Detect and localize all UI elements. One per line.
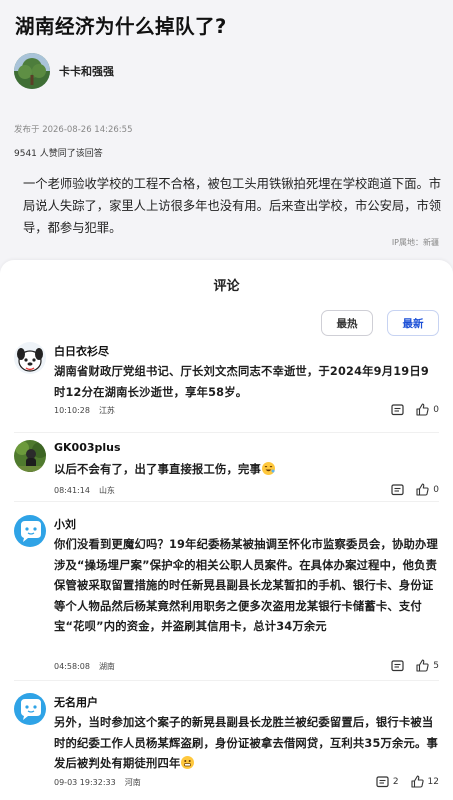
comment-meta: 04:58:08 湖南 xyxy=(54,661,115,672)
ip-location: IP属地：新疆 xyxy=(391,238,439,247)
comment-time: 10:10:28 xyxy=(54,406,90,415)
answer-body: 一个老师验收学校的工程不合格，被包工头用铁锹拍死埋在学校跑道下面。市局说人失踪了… xyxy=(23,177,442,235)
comment-author[interactable]: 无名用户 xyxy=(54,694,98,710)
like-button[interactable]: 12 xyxy=(410,775,439,788)
reply-button[interactable] xyxy=(391,403,404,416)
author-name[interactable]: 卡卡和强强 xyxy=(59,63,114,79)
like-count: 12 xyxy=(427,776,439,787)
comment-actions: 2 12 xyxy=(376,775,439,788)
comment-time: 04:58:08 xyxy=(54,662,90,671)
author-row[interactable]: 卡卡和强强 xyxy=(14,53,114,89)
comment-location: 河南 xyxy=(124,778,141,787)
like-count: 5 xyxy=(433,660,439,671)
comment-actions: 5 xyxy=(391,659,439,672)
like-button[interactable]: 0 xyxy=(416,403,439,416)
reply-count: 2 xyxy=(392,776,399,787)
comments-sheet: 评论 最热 最新 白日衣衫尽 湖南省财政厅党组书记、厅长刘文杰同志不幸逝世，于2… xyxy=(0,260,453,800)
like-button[interactable]: 5 xyxy=(416,659,439,672)
comment-location: 江苏 xyxy=(98,406,115,415)
sort-hot-button[interactable]: 最热 xyxy=(321,310,373,336)
comment-location: 湖南 xyxy=(98,662,115,671)
question-title[interactable]: 湖南经济为什么掉队了? xyxy=(15,10,227,39)
comment-icon xyxy=(391,659,404,671)
agree-count: 9541 人赞同了该回答 xyxy=(14,149,103,159)
comment-time: 09-03 19:32:33 xyxy=(54,778,116,787)
comment-item: 小刘 你们没看到更魔幻吗？19年纪委杨某被抽调至怀化市监察委员会，协助办理涉及“… xyxy=(0,515,453,672)
comments-title: 评论 xyxy=(213,279,240,294)
comment-actions: 0 xyxy=(391,483,439,496)
comment-meta: 08:41:14 山东 xyxy=(54,485,115,496)
cartoon-dog-avatar[interactable] xyxy=(14,342,46,374)
thumb-up-icon xyxy=(416,483,429,496)
like-count: 0 xyxy=(433,484,439,495)
comment-meta: 10:10:28 江苏 xyxy=(54,405,115,416)
author-avatar[interactable] xyxy=(14,53,50,89)
comment-item: 无名用户 另外，当时参加这个案子的新晃县副县长龙胜兰被纪委留置后，银行卡被当时的… xyxy=(0,693,453,793)
thumb-up-icon xyxy=(416,659,429,672)
thumb-up-icon xyxy=(416,403,429,416)
divider xyxy=(14,501,439,502)
like-button[interactable]: 0 xyxy=(416,483,439,496)
divider xyxy=(14,432,439,433)
default-bubble-avatar[interactable] xyxy=(14,693,46,725)
comment-author[interactable]: GK003plus xyxy=(54,441,121,454)
comment-author[interactable]: 白日衣衫尽 xyxy=(54,343,109,359)
comment-icon xyxy=(391,483,404,495)
reply-button[interactable]: 2 xyxy=(376,775,399,788)
laughing-emoji-icon xyxy=(261,462,275,475)
comment-meta: 09-03 19:32:33 河南 xyxy=(54,777,141,788)
comment-time: 08:41:14 xyxy=(54,486,90,495)
comment-actions: 0 xyxy=(391,403,439,416)
publish-time: 发布于 2026-08-26 14:26:55 xyxy=(14,125,133,135)
sort-new-button[interactable]: 最新 xyxy=(387,310,439,336)
comment-icon xyxy=(391,403,404,415)
photo-avatar[interactable] xyxy=(14,440,46,472)
comment-text: 你们没看到更魔幻吗？19年纪委杨某被抽调至怀化市监察委员会，协助办理涉及“操场埋… xyxy=(54,538,439,633)
thumb-up-icon xyxy=(410,775,424,788)
comment-item: 白日衣衫尽 湖南省财政厅党组书记、厅长刘文杰同志不幸逝世，于2024年9月19日… xyxy=(0,342,453,422)
answer-header: 湖南经济为什么掉队了? 卡卡和强强 发布于 2026-08-26 14:26:5… xyxy=(0,0,453,262)
like-count: 0 xyxy=(433,404,439,415)
comment-text: 另外，当时参加这个案子的新晃县副县长龙胜兰被纪委留置后，银行卡被当时的纪委工作人… xyxy=(54,716,439,770)
reply-button[interactable] xyxy=(391,483,404,496)
default-bubble-avatar[interactable] xyxy=(14,515,46,547)
comment-location: 山东 xyxy=(98,486,115,495)
comment-icon xyxy=(376,775,389,787)
divider xyxy=(14,680,439,681)
sort-switch: 最热 最新 xyxy=(321,310,439,336)
comment-text: 以后不会有了，出了事直接报工伤，完事 xyxy=(54,460,440,481)
comment-item: GK003plus 以后不会有了，出了事直接报工伤，完事 08:41:14 山东 … xyxy=(0,440,453,500)
reply-button[interactable] xyxy=(391,659,404,672)
grimace-emoji-icon xyxy=(181,756,195,769)
comment-author[interactable]: 小刘 xyxy=(54,516,76,532)
comment-text: 湖南省财政厅党组书记、厅长刘文杰同志不幸逝世，于2024年9月19日9时12分在… xyxy=(54,365,429,399)
